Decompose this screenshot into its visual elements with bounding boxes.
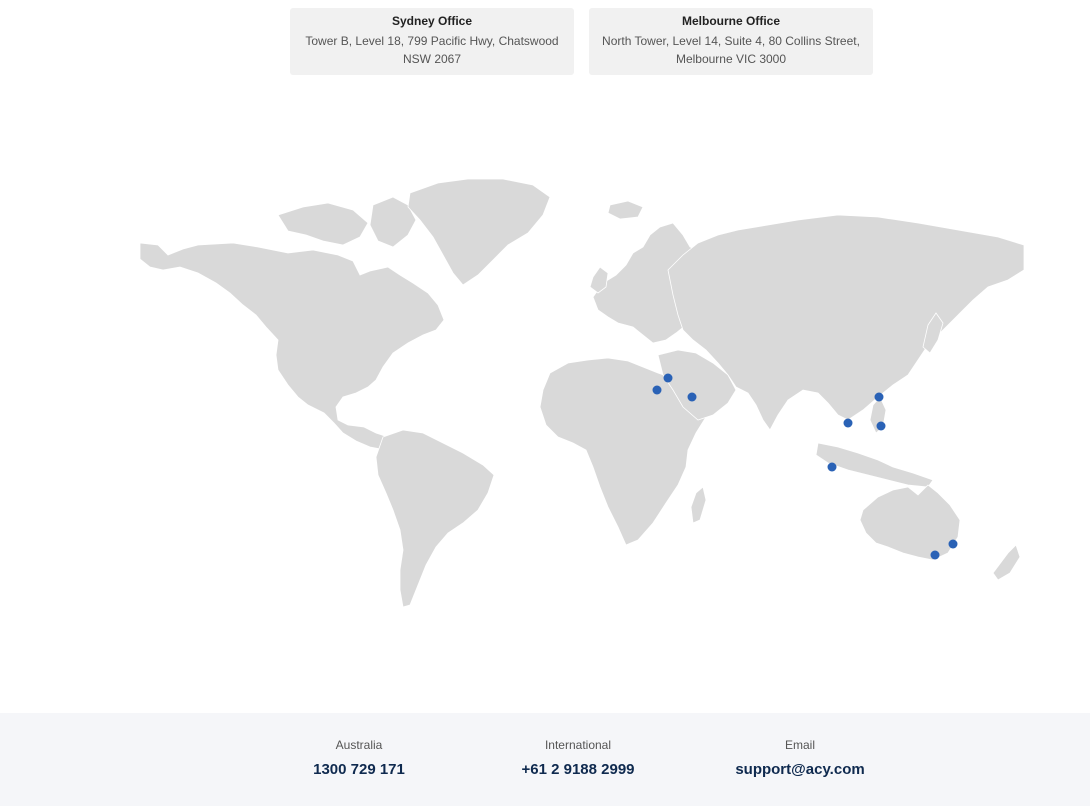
contact-australia-phone[interactable]: 1300 729 171 [269,760,449,780]
marker-egypt[interactable] [652,385,662,395]
contact-email-label: Email [784,738,815,752]
melbourne-office-title: Melbourne Office [681,14,780,28]
marker-taiwan[interactable] [874,392,884,402]
marker-sydney[interactable] [948,539,958,549]
contact-australia-label: Australia [335,738,383,752]
marker-melbourne[interactable] [930,550,940,560]
contact-international-label: International [544,738,612,752]
sydney-office-address: Tower B, Level 18, 799 Pacific Hwy, Chat… [305,34,559,66]
land-iceland [607,200,644,220]
land-arctic-islands [277,202,369,246]
marker-indonesia[interactable] [827,462,837,472]
marker-philippines[interactable] [876,421,886,431]
contact-international: International +61 2 9188 2999 [488,738,668,780]
marker-vietnam[interactable] [843,418,853,428]
land-new-zealand [992,544,1021,581]
land-greenland [407,178,551,286]
world-map-svg [139,178,1024,608]
world-map [138,175,1024,610]
melbourne-office-address: North Tower, Level 14, Suite 4, 80 Colli… [602,34,860,66]
land-south-america [375,429,495,608]
marker-saudi-arabia[interactable] [687,392,697,402]
contact-email-address[interactable]: support@acy.com [710,760,890,780]
sydney-office-title: Sydney Office [391,14,473,28]
melbourne-office-card: Melbourne Office North Tower, Level 14, … [589,8,873,75]
sydney-office-card: Sydney Office Tower B, Level 18, 799 Pac… [290,8,574,75]
land-madagascar [690,486,707,524]
page: Sydney Office Tower B, Level 18, 799 Pac… [0,0,1090,806]
marker-jordan[interactable] [663,373,673,383]
land-north-america [139,242,445,451]
contact-international-phone[interactable]: +61 2 9188 2999 [488,760,668,780]
contact-australia: Australia 1300 729 171 [269,738,449,780]
contact-email: Email support@acy.com [710,738,890,780]
contact-footer: Australia 1300 729 171 International +61… [0,713,1090,806]
land-australia [859,484,961,561]
